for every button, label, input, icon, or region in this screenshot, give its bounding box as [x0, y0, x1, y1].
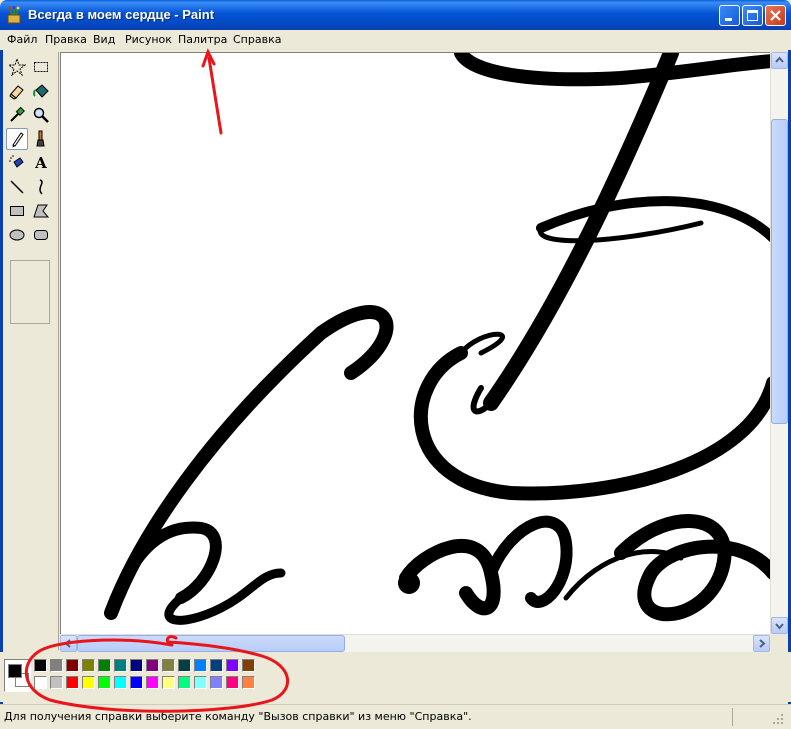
palette-color-swatch[interactable]: [242, 659, 255, 672]
pencil-icon: [12, 132, 24, 148]
tool-text[interactable]: A: [30, 152, 52, 174]
menu-image[interactable]: Рисунок: [125, 33, 172, 46]
horizontal-scroll-thumb[interactable]: [77, 635, 345, 652]
vertical-scrollbar[interactable]: [770, 52, 788, 634]
arrow-right-icon: [759, 639, 766, 648]
curve-icon: [39, 179, 43, 195]
tool-eraser[interactable]: [6, 80, 28, 102]
foreground-color[interactable]: [8, 664, 22, 678]
palette-color-swatch[interactable]: [146, 659, 159, 672]
palette-color-swatch[interactable]: [194, 659, 207, 672]
palette-color-swatch[interactable]: [50, 659, 63, 672]
brush-icon: [36, 130, 45, 147]
tool-line[interactable]: [6, 176, 28, 198]
rounded-rect-icon: [34, 230, 48, 240]
menu-colors[interactable]: Палитра: [178, 33, 227, 46]
vertical-scroll-thumb[interactable]: [771, 119, 788, 424]
scroll-up-button[interactable]: [771, 52, 788, 69]
menu-view[interactable]: Вид: [93, 33, 115, 46]
paint-app-icon[interactable]: [6, 6, 24, 24]
palette-color-swatch[interactable]: [178, 659, 191, 672]
palette-color-swatch[interactable]: [114, 676, 127, 689]
palette-color-swatch[interactable]: [98, 659, 111, 672]
text-icon: A: [35, 154, 47, 172]
tool-free-form-select[interactable]: [6, 56, 28, 78]
tool-box: A: [3, 52, 59, 650]
current-colors-box[interactable]: [4, 659, 31, 692]
palette-color-swatch[interactable]: [162, 659, 175, 672]
maximize-button[interactable]: [742, 5, 763, 26]
drawing-canvas[interactable]: [60, 52, 771, 635]
menu-file[interactable]: Файл: [7, 33, 37, 46]
tool-rectangle[interactable]: [6, 200, 28, 222]
scroll-down-button[interactable]: [771, 617, 788, 634]
paint-bucket-icon: [33, 84, 49, 98]
palette-color-swatch[interactable]: [130, 659, 143, 672]
arrow-up-icon: [775, 56, 784, 63]
resize-grip-icon[interactable]: [772, 713, 784, 725]
line-icon: [10, 180, 24, 194]
horizontal-scrollbar[interactable]: [60, 634, 770, 652]
calligraphy-image: [104, 53, 771, 625]
tool-magnifier[interactable]: [30, 104, 52, 126]
palette-color-swatch[interactable]: [194, 676, 207, 689]
tool-rounded-rectangle[interactable]: [30, 224, 52, 246]
minimize-button[interactable]: [719, 5, 740, 26]
palette-color-swatch[interactable]: [226, 659, 239, 672]
palette-color-swatch[interactable]: [66, 659, 79, 672]
palette-color-swatch[interactable]: [130, 676, 143, 689]
palette-color-swatch[interactable]: [50, 676, 63, 689]
palette-color-swatch[interactable]: [210, 659, 223, 672]
palette-color-swatch[interactable]: [146, 676, 159, 689]
tool-airbrush[interactable]: [6, 152, 28, 174]
tool-rect-select[interactable]: [30, 56, 52, 78]
palette-color-swatch[interactable]: [226, 676, 239, 689]
minimize-icon: [725, 18, 732, 21]
palette-color-swatch[interactable]: [114, 659, 127, 672]
maximize-icon: [747, 10, 758, 21]
close-icon: [770, 10, 781, 21]
scroll-corner: [770, 634, 787, 651]
palette-color-swatch[interactable]: [82, 676, 95, 689]
tool-brush[interactable]: [30, 128, 52, 150]
window-title: Всегда в моем сердце - Paint: [28, 7, 215, 22]
menu-edit[interactable]: Правка: [45, 33, 87, 46]
star-select-icon: [8, 58, 26, 76]
palette-color-swatch[interactable]: [66, 676, 79, 689]
tool-options-panel[interactable]: [10, 260, 50, 324]
close-button[interactable]: [765, 5, 786, 26]
polygon-icon: [33, 204, 50, 218]
scroll-left-button[interactable]: [60, 635, 77, 652]
tool-fill[interactable]: [30, 80, 52, 102]
rectangle-icon: [10, 206, 24, 216]
menu-help[interactable]: Справка: [233, 33, 281, 46]
dashed-rect-icon: [34, 62, 48, 72]
palette-color-swatch[interactable]: [82, 659, 95, 672]
arrow-down-icon: [775, 623, 784, 630]
palette-color-swatch[interactable]: [34, 659, 47, 672]
status-text: Для получения справки выберите команду "…: [4, 710, 472, 723]
tool-pick-color[interactable]: [6, 104, 28, 126]
eyedropper-icon: [10, 106, 25, 122]
arrow-left-icon: [64, 639, 71, 648]
tool-pencil[interactable]: [6, 128, 28, 150]
scroll-right-button[interactable]: [753, 635, 770, 652]
magnifier-icon: [33, 107, 49, 123]
title-bar[interactable]: Всегда в моем сердце - Paint: [0, 0, 791, 30]
airbrush-icon: [9, 155, 24, 168]
status-bar: Для получения справки выберите команду "…: [0, 704, 791, 729]
palette-color-swatch[interactable]: [162, 676, 175, 689]
tool-polygon[interactable]: [30, 200, 52, 222]
menu-bar: Файл Правка Вид Рисунок Палитра Справка: [0, 30, 791, 50]
eraser-icon: [9, 85, 24, 100]
palette-color-swatch[interactable]: [210, 676, 223, 689]
palette-color-swatch[interactable]: [242, 676, 255, 689]
palette-color-swatch[interactable]: [98, 676, 111, 689]
ellipse-icon: [9, 229, 25, 241]
status-separator: [732, 708, 733, 726]
tool-curve[interactable]: [30, 176, 52, 198]
palette-color-swatch[interactable]: [178, 676, 191, 689]
tool-ellipse[interactable]: [6, 224, 28, 246]
palette-color-swatch[interactable]: [34, 676, 47, 689]
